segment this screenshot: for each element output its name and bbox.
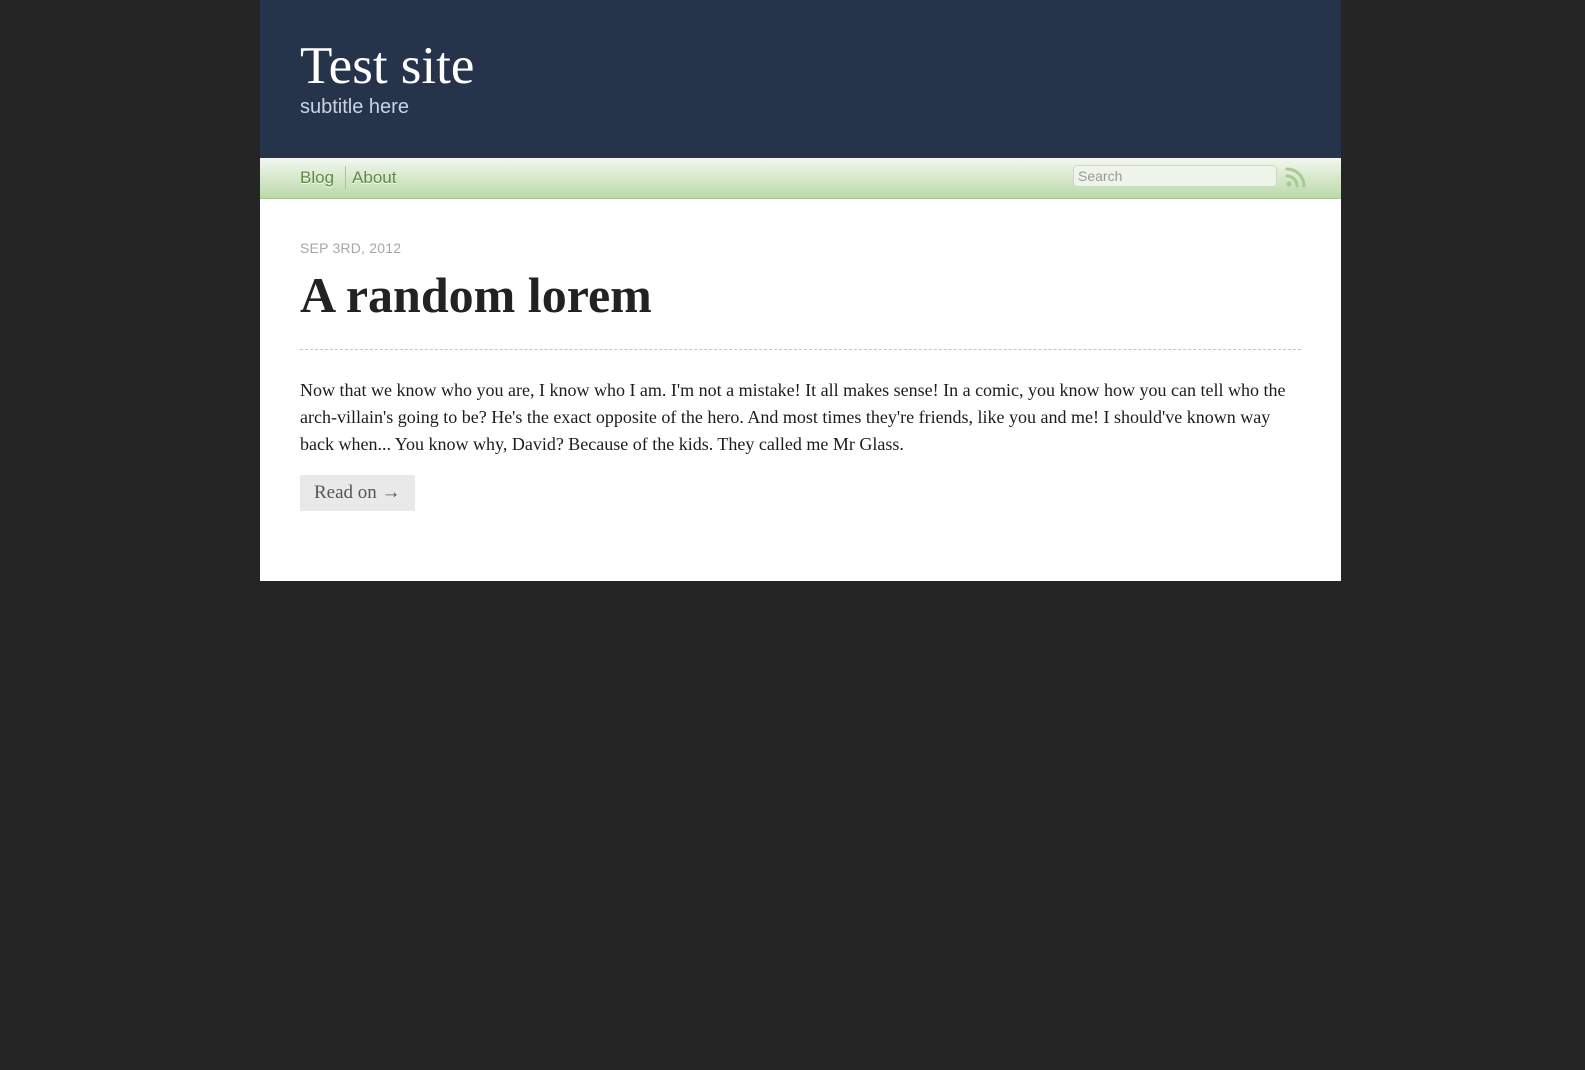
nav-divider bbox=[345, 166, 347, 190]
nav-links: Blog About bbox=[300, 166, 396, 190]
site-header: Test site subtitle here bbox=[260, 0, 1341, 158]
site-title[interactable]: Test site bbox=[300, 36, 474, 96]
page-wrapper: Test site subtitle here Blog About SEP 3… bbox=[260, 0, 1341, 581]
post-date: SEP 3RD, 2012 bbox=[300, 240, 402, 256]
site-subtitle: subtitle here bbox=[300, 96, 409, 118]
post-excerpt: Now that we know who you are, I know who… bbox=[300, 380, 1286, 454]
read-on-button[interactable]: Read on → bbox=[300, 475, 415, 511]
nav-item-blog[interactable]: Blog bbox=[300, 166, 334, 190]
search-input[interactable] bbox=[1073, 165, 1277, 187]
main-content: SEP 3RD, 2012 A random lorem Now that we… bbox=[260, 199, 1341, 581]
post-divider bbox=[300, 349, 1301, 350]
rss-icon[interactable] bbox=[1285, 166, 1307, 188]
nav-bar: Blog About bbox=[260, 158, 1341, 199]
post-title[interactable]: A random lorem bbox=[300, 265, 652, 325]
nav-item-about[interactable]: About bbox=[352, 166, 396, 190]
